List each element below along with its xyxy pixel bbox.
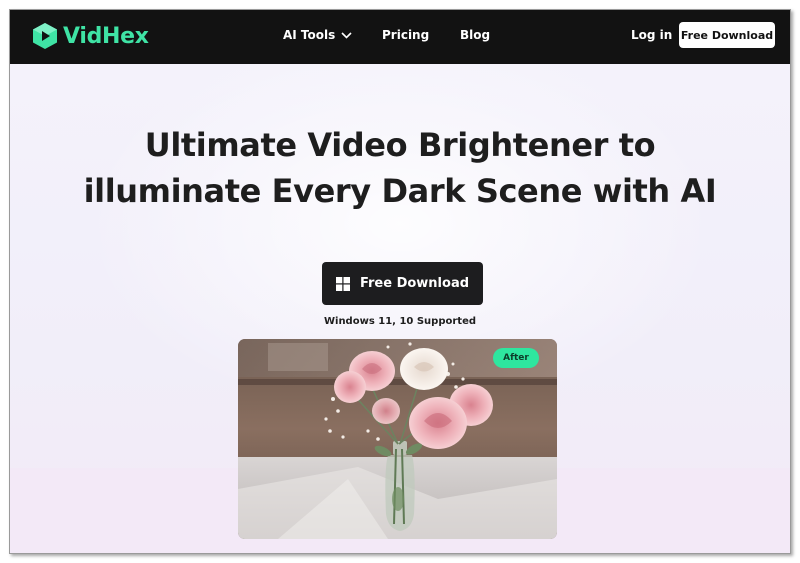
- nav-ai-tools-label: AI Tools: [283, 28, 336, 42]
- nav-ai-tools[interactable]: AI Tools: [283, 28, 352, 42]
- hero-headline: Ultimate Video Brightener to illuminate …: [10, 122, 790, 214]
- nav-free-download-button[interactable]: Free Download: [679, 22, 775, 48]
- brand-logo[interactable]: VidHex: [32, 22, 149, 50]
- brand-name: VidHex: [63, 23, 149, 49]
- after-badge: After: [493, 348, 539, 368]
- top-navbar: VidHex AI Tools Pricing Blog Log in Free…: [10, 10, 790, 64]
- hero-free-download-button[interactable]: Free Download: [322, 262, 483, 305]
- nav-blog[interactable]: Blog: [460, 28, 490, 42]
- nav-pricing[interactable]: Pricing: [382, 28, 429, 42]
- vidhex-logo-icon: [33, 23, 57, 49]
- nav-login[interactable]: Log in: [631, 28, 672, 42]
- browser-viewport: VidHex AI Tools Pricing Blog Log in Free…: [9, 9, 791, 554]
- preview-image: After: [238, 339, 557, 539]
- rose-vase-photo: [238, 339, 557, 539]
- headline-line-2: illuminate Every Dark Scene with AI: [83, 172, 717, 210]
- hero-section: Ultimate Video Brightener to illuminate …: [10, 64, 790, 553]
- cta-label: Free Download: [359, 276, 470, 291]
- headline-line-1: Ultimate Video Brightener to: [144, 126, 656, 164]
- windows-icon: [335, 276, 350, 291]
- os-support-note: Windows 11, 10 Supported: [323, 316, 477, 327]
- chevron-down-icon: [341, 31, 352, 39]
